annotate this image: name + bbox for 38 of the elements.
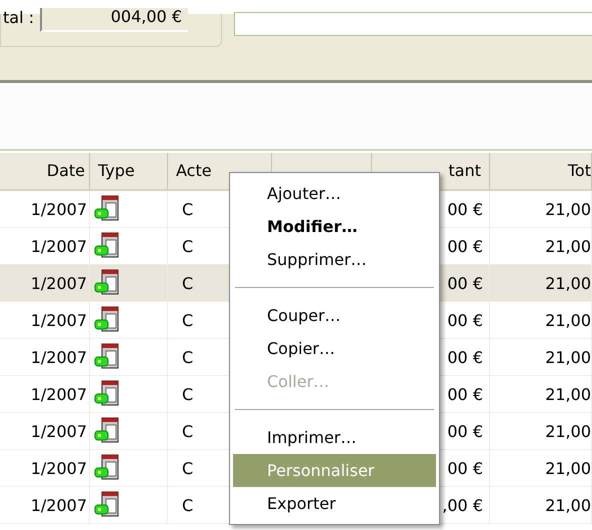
amount-cell: 00 € xyxy=(447,200,483,218)
amount-cell: 00 € xyxy=(447,310,483,330)
acte-cell: C xyxy=(182,348,194,366)
acte-cell: C xyxy=(182,310,194,330)
amount-cell: 00 € xyxy=(447,348,483,366)
date-cell: 1/2007 xyxy=(30,496,87,514)
acte-cell: C xyxy=(182,236,194,256)
date-cell: 1/2007 xyxy=(30,458,87,478)
date-cell: 1/2007 xyxy=(30,200,87,218)
total-cell: 21,00 xyxy=(545,274,591,292)
date-cell: 1/2007 xyxy=(30,274,87,292)
acte-cell: C xyxy=(182,274,194,292)
total-cell: 21,00 xyxy=(545,310,591,330)
total-cell: 21,00 xyxy=(545,496,591,514)
amount-cell: 00 € xyxy=(447,384,483,404)
total-cell: 21,00 xyxy=(545,384,591,404)
acte-cell: C xyxy=(182,458,194,478)
date-cell: 1/2007 xyxy=(30,236,87,256)
acte-cell: C xyxy=(182,384,194,404)
total-cell: 21,00 xyxy=(545,422,591,440)
total-cell: 21,00 xyxy=(545,236,591,256)
total-cell: 21,00 xyxy=(545,348,591,366)
total-cell: 21,00 xyxy=(545,458,591,478)
total-label: tal : xyxy=(3,8,34,28)
amount-cell: 00 € xyxy=(447,274,483,292)
date-cell: 1/2007 xyxy=(30,310,87,330)
amount-cell: ,00 € xyxy=(442,496,483,514)
amount-cell: 00 € xyxy=(447,236,483,256)
acte-cell: C xyxy=(182,496,194,514)
date-cell: 1/2007 xyxy=(30,384,87,404)
total-field: 004,00 € xyxy=(40,8,188,32)
amount-cell: 00 € xyxy=(447,458,483,478)
amount-cell: 00 € xyxy=(447,422,483,440)
date-cell: 1/2007 xyxy=(30,422,87,440)
acte-cell: C xyxy=(182,422,194,440)
date-cell: 1/2007 xyxy=(30,348,87,366)
total-cell: 21,00 xyxy=(545,200,591,218)
acte-cell: C xyxy=(182,200,194,218)
